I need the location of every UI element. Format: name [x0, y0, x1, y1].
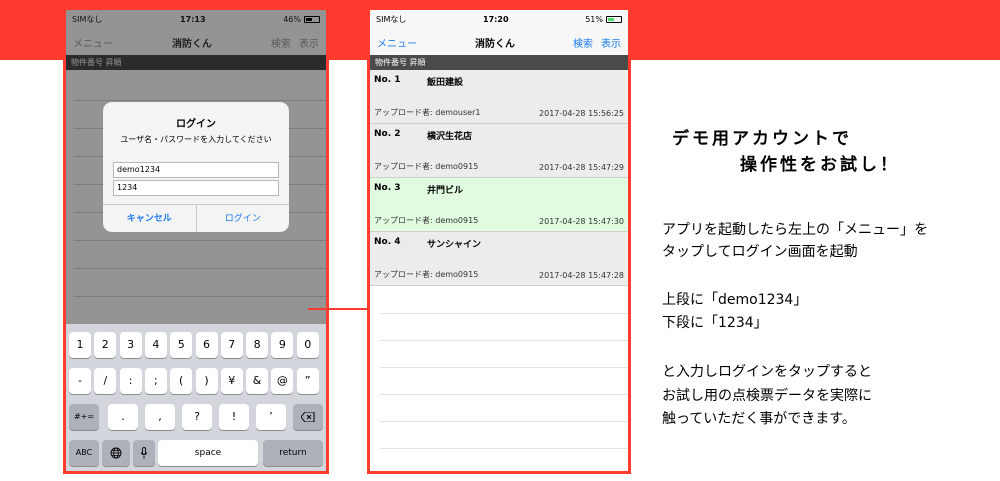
- login-phone-screenshot: SIMなし 17:13 46% メニュー 消防くん 検索 表示 物件番号 昇順: [63, 7, 329, 474]
- item-date: 2017-04-28 15:47:28: [539, 271, 624, 280]
- punctuation-key[interactable]: ,: [145, 404, 175, 430]
- number-key[interactable]: 4: [144, 332, 167, 358]
- menu-button[interactable]: メニュー: [377, 35, 417, 50]
- microphone-icon: [140, 447, 148, 459]
- keyboard: 1234567890 - /:;() ¥ & @” #+= .,?! ’ ABC spac…: [66, 324, 326, 471]
- item-date: 2017-04-28 15:47:30: [539, 217, 624, 226]
- item-uploader: アップロード者: demo0915: [374, 216, 479, 225]
- number-key[interactable]: 7: [220, 332, 243, 358]
- status-bar: SIMなし 17:20 51%: [370, 10, 628, 29]
- symbol-key[interactable]: :: [119, 368, 142, 394]
- number-key[interactable]: 3: [119, 332, 142, 358]
- item-number: No. 2: [374, 129, 401, 139]
- item-uploader: アップロード者: demouser1: [374, 108, 481, 117]
- item-number: No. 1: [374, 75, 401, 85]
- backspace-icon: [300, 411, 315, 423]
- list-item-selected[interactable]: No. 3 井門ビル アップロード者: demo0915 2017-04-28 …: [370, 178, 628, 232]
- punctuation-key[interactable]: .: [108, 404, 138, 430]
- return-key[interactable]: return: [263, 440, 323, 466]
- symbol-key[interactable]: @: [271, 368, 294, 394]
- instruction-text: 下段に「1234」: [662, 315, 768, 331]
- item-number: No. 3: [374, 183, 401, 193]
- username-field[interactable]: demo1234: [113, 162, 279, 178]
- app-title: 消防くん: [475, 38, 515, 50]
- carrier-label: SIMなし: [376, 15, 407, 24]
- keyboard-row-symbols: - /:;() ¥ & @”: [66, 368, 326, 394]
- item-number: No. 4: [374, 237, 401, 247]
- page: SIMなし 17:13 46% メニュー 消防くん 検索 表示 物件番号 昇順: [0, 0, 1000, 481]
- item-uploader: アップロード者: demo0915: [374, 270, 479, 279]
- heading-line-1: デモ用アカウントで: [672, 129, 852, 149]
- search-button[interactable]: 検索: [573, 35, 593, 50]
- item-uploader: アップロード者: demo0915: [374, 162, 479, 171]
- space-key[interactable]: space: [158, 440, 258, 466]
- item-date: 2017-04-28 15:56:25: [539, 109, 624, 118]
- item-name: 飯田建設: [427, 78, 464, 88]
- number-key[interactable]: 5: [170, 332, 193, 358]
- keyboard-row-bottom: ABC space return: [66, 440, 326, 466]
- number-key[interactable]: 6: [195, 332, 218, 358]
- abc-key[interactable]: ABC: [69, 440, 99, 466]
- number-key[interactable]: 8: [246, 332, 269, 358]
- dialog-message: ユーザ名・パスワードを入力してください: [120, 135, 272, 144]
- list-phone-screenshot: SIMなし 17:20 51% メニュー 消防くん 検索 表示 物件番号 昇順 …: [367, 7, 631, 474]
- instruction-text: と入力しログインをタップすると: [662, 364, 872, 380]
- symbol-key[interactable]: &: [246, 368, 269, 394]
- instruction-text: 上段に「demo1234」: [662, 292, 808, 308]
- punctuation-key[interactable]: ?: [182, 404, 212, 430]
- battery-percent: 51%: [585, 15, 603, 24]
- keyboard-row-numbers: 1234567890: [66, 332, 326, 358]
- section-header: 物件番号 昇順: [370, 55, 628, 70]
- punctuation-key[interactable]: ’: [256, 404, 286, 430]
- symbol-key[interactable]: ): [195, 368, 218, 394]
- login-dialog: ログイン ユーザ名・パスワードを入力してください demo1234 1234 キ…: [103, 102, 289, 232]
- list-item[interactable]: No. 1 飯田建設 アップロード者: demouser1 2017-04-28…: [370, 70, 628, 124]
- item-name: サンシャイン: [427, 240, 482, 250]
- instruction-text: タップしてログイン画面を起動: [662, 244, 858, 260]
- symbol-key[interactable]: (: [170, 368, 193, 394]
- dictation-key[interactable]: [133, 440, 155, 466]
- globe-icon: [110, 447, 122, 459]
- list-item[interactable]: No. 4 サンシャイン アップロード者: demo0915 2017-04-2…: [370, 232, 628, 286]
- instruction-text: 触っていただく事ができます。: [662, 411, 856, 427]
- keyboard-row-punctuation: #+= .,?! ’: [66, 404, 326, 430]
- nav-bar: メニュー 消防くん 検索 表示: [370, 29, 628, 55]
- punctuation-key[interactable]: !: [219, 404, 249, 430]
- delete-key[interactable]: [293, 404, 323, 430]
- item-name: 井門ビル: [427, 186, 464, 196]
- dialog-title: ログイン: [176, 119, 216, 130]
- symbol-key[interactable]: ;: [144, 368, 167, 394]
- number-key[interactable]: 2: [94, 332, 117, 358]
- symbol-key[interactable]: -: [69, 368, 91, 394]
- list-item[interactable]: No. 2 横沢生花店 アップロード者: demo0915 2017-04-28…: [370, 124, 628, 178]
- login-button[interactable]: ログイン: [197, 205, 290, 232]
- symbol-key[interactable]: ”: [296, 368, 319, 394]
- heading-line-2: 操作性をお試し！: [740, 155, 900, 175]
- item-date: 2017-04-28 15:47:29: [539, 163, 624, 172]
- instruction-text: お試し用の点検票データを実際に: [662, 388, 872, 404]
- globe-key[interactable]: [102, 440, 130, 466]
- symbol-key[interactable]: ¥: [220, 368, 243, 394]
- symbol-key[interactable]: /: [94, 368, 117, 394]
- number-key[interactable]: 1: [69, 332, 91, 358]
- battery-icon: [606, 16, 622, 23]
- instruction-text: アプリを起動したら左上の「メニュー」を: [662, 222, 928, 238]
- cancel-button[interactable]: キャンセル: [103, 205, 197, 232]
- password-field[interactable]: 1234: [113, 180, 279, 196]
- more-symbols-key[interactable]: #+=: [69, 404, 99, 430]
- item-name: 横沢生花店: [427, 132, 473, 142]
- number-key[interactable]: 9: [271, 332, 294, 358]
- number-key[interactable]: 0: [296, 332, 319, 358]
- clock: 17:20: [483, 15, 509, 24]
- display-button[interactable]: 表示: [601, 35, 621, 50]
